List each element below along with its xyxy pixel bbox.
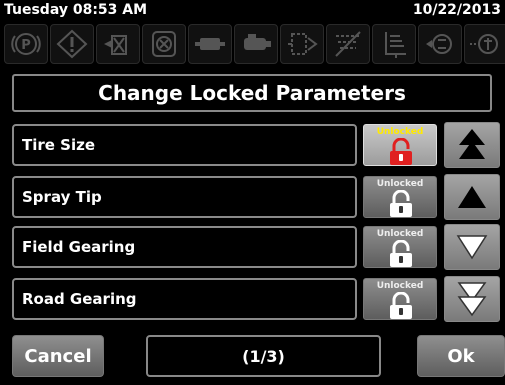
parameter-row-road-gearing[interactable]: Road Gearing — [12, 278, 357, 320]
scroll-down-button[interactable] — [444, 224, 500, 270]
parameter-row-field-gearing[interactable]: Field Gearing — [12, 226, 357, 268]
page-title: Change Locked Parameters — [12, 74, 492, 112]
parameter-row-spray-tip[interactable]: Spray Tip — [12, 176, 357, 218]
steering-lock-icon — [142, 24, 186, 64]
agitator-icon — [418, 24, 462, 64]
lock-status-label: Unlocked — [376, 229, 424, 239]
lock-toggle-tire-size[interactable]: Unlocked — [363, 124, 437, 166]
cancel-button[interactable]: Cancel — [12, 335, 104, 377]
up-arrow-icon — [458, 186, 486, 208]
spray-valve-icon — [96, 24, 140, 64]
lock-status-label: Unlocked — [376, 179, 424, 189]
unlocked-padlock-icon — [390, 138, 412, 165]
ok-button[interactable]: Ok — [417, 335, 505, 377]
page-down-button[interactable] — [444, 276, 500, 322]
parameter-row-tire-size[interactable]: Tire Size — [12, 124, 357, 166]
lock-status-label: Unlocked — [376, 281, 424, 291]
fill-level-icon — [372, 24, 416, 64]
indicator-row: P — [0, 22, 505, 64]
lock-toggle-road-gearing[interactable]: Unlocked — [363, 278, 437, 320]
down-arrow-icon — [456, 235, 488, 260]
svg-text:P: P — [21, 38, 31, 53]
unlocked-padlock-icon — [390, 240, 412, 267]
lock-toggle-spray-tip[interactable]: Unlocked — [363, 176, 437, 218]
page-up-icon — [459, 129, 485, 159]
nozzle-icon — [464, 24, 505, 64]
pump-icon — [234, 24, 278, 64]
page-down-icon — [457, 282, 487, 317]
lock-toggle-field-gearing[interactable]: Unlocked — [363, 226, 437, 268]
status-bar: Tuesday 08:53 AM 10/22/2013 — [0, 0, 505, 20]
boom-disabled-icon — [326, 24, 370, 64]
lock-status-label: Unlocked — [376, 127, 424, 137]
page-indicator: (1/3) — [146, 335, 381, 377]
tank-icon — [188, 24, 232, 64]
unlocked-padlock-icon — [390, 190, 412, 217]
warning-diamond-icon — [50, 24, 94, 64]
unlocked-padlock-icon — [390, 292, 412, 319]
parking-brake-icon: P — [4, 24, 48, 64]
page-up-button[interactable] — [444, 122, 500, 168]
status-datetime: Tuesday 08:53 AM — [4, 2, 148, 18]
scroll-up-button[interactable] — [444, 174, 500, 220]
sensor-icon — [280, 24, 324, 64]
status-date: 10/22/2013 — [412, 2, 501, 18]
